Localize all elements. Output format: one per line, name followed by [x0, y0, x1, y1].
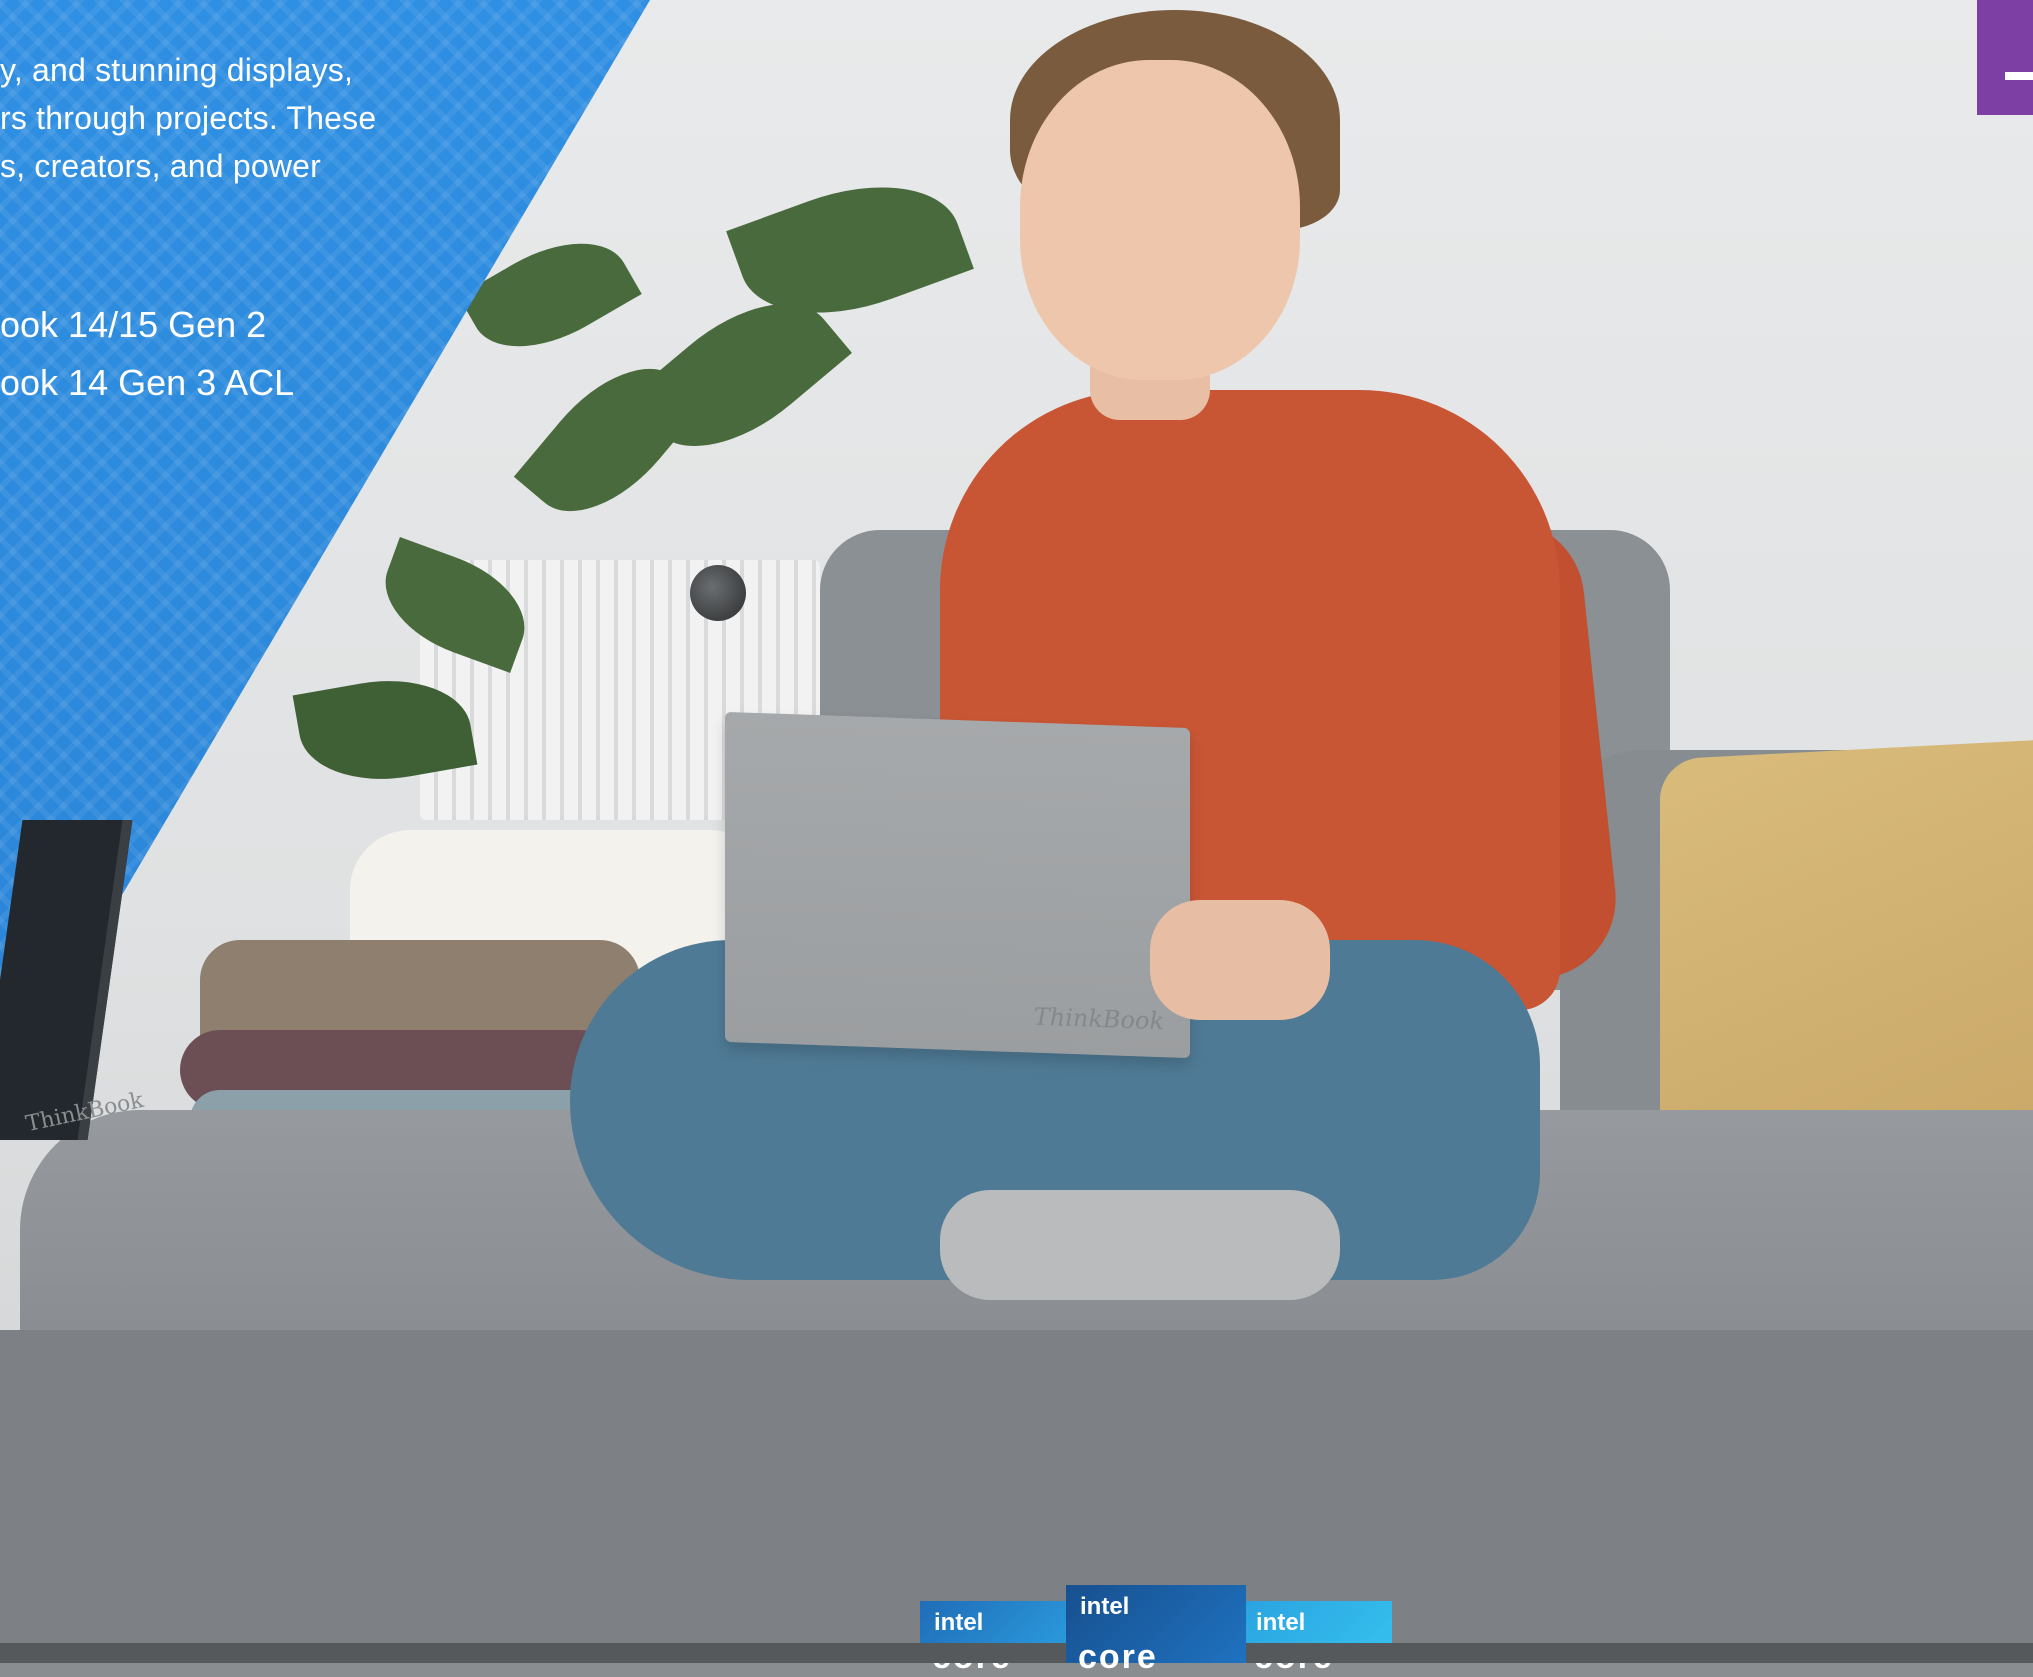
intel-word: intel: [1080, 1593, 1130, 1620]
laptop: ThinkBook: [725, 711, 1190, 1059]
person-hands: [1150, 900, 1330, 1020]
core-word: core: [1078, 1638, 1158, 1676]
intel-core-logo: intel core: [1066, 1585, 1246, 1676]
intro-line: y, and stunning displays,: [0, 52, 354, 88]
intro-line: rs through projects. These: [0, 100, 377, 136]
person-socks: [940, 1190, 1340, 1300]
laptop-brand: ThinkBook: [1033, 1002, 1164, 1036]
corner-badge: [1977, 0, 2033, 115]
model-item: ook 14 Gen 3 ACL: [0, 362, 295, 403]
intel-word: intel: [934, 1609, 984, 1636]
intro-line: s, creators, and power: [0, 148, 321, 184]
bottom-bar: [0, 1643, 2033, 1663]
model-item: ook 14/15 Gen 2: [0, 304, 267, 345]
badge-bar: [2005, 72, 2033, 80]
model-list: ook 14/15 Gen 2 ook 14 Gen 3 ACL: [0, 296, 294, 412]
intel-word: intel: [1256, 1609, 1306, 1636]
person-head: [1020, 60, 1300, 380]
intro-paragraph: y, and stunning displays, rs through pro…: [0, 46, 460, 190]
radiator-knob: [690, 565, 746, 621]
